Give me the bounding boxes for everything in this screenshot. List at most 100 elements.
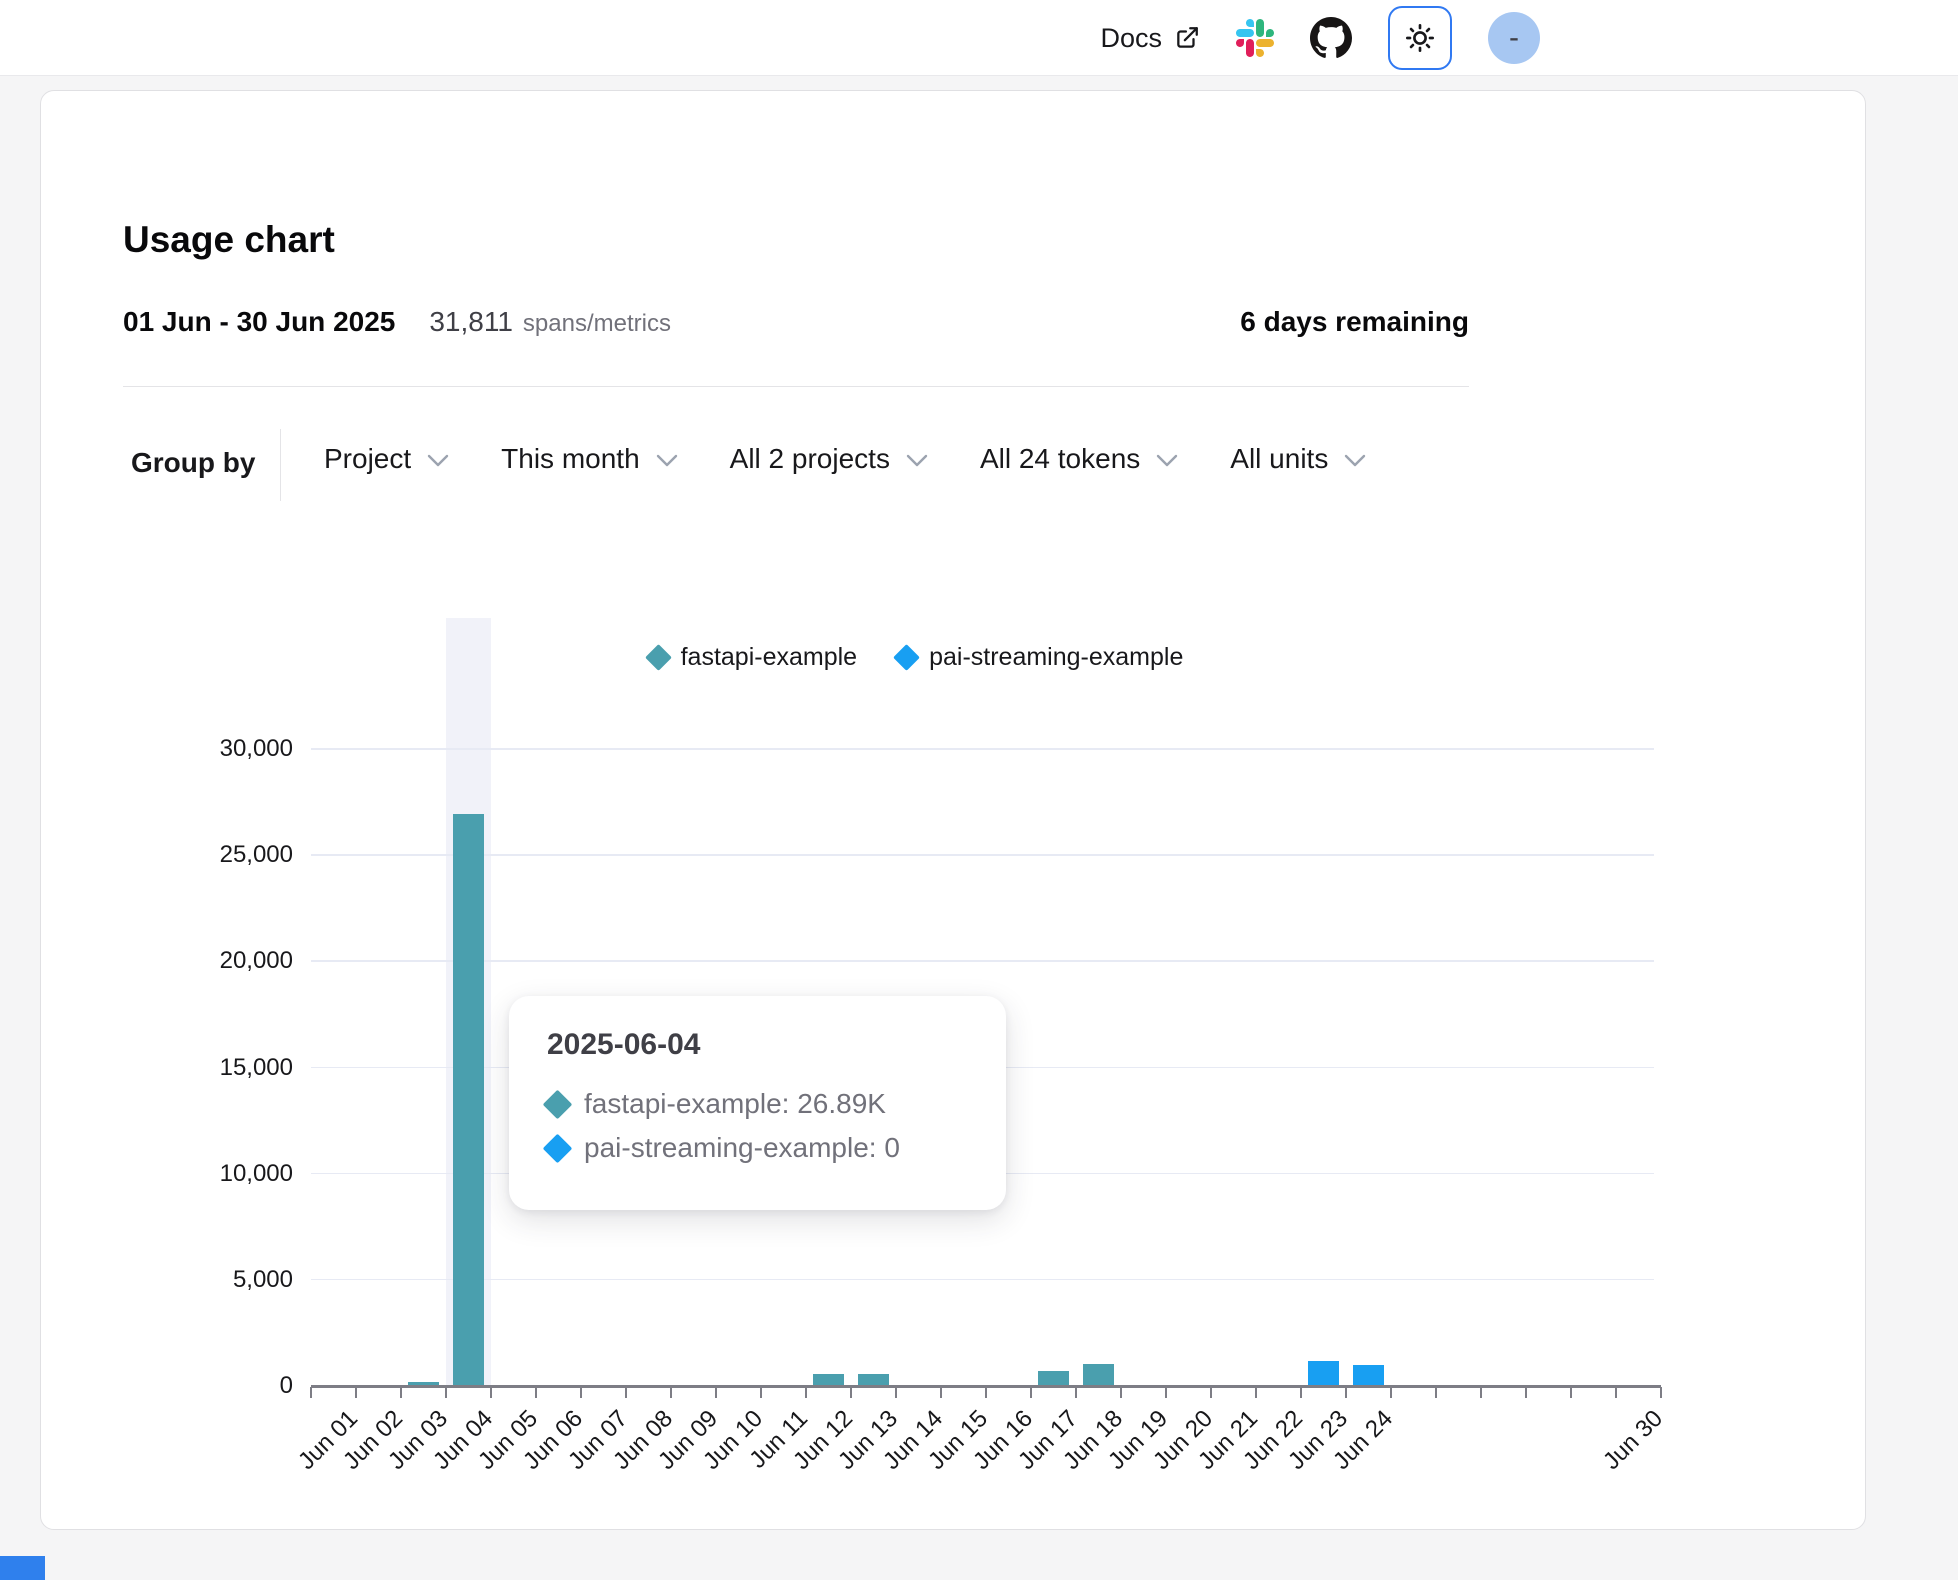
- bar-jun-12-fastapi-example[interactable]: [813, 1374, 844, 1385]
- chevron-down-icon: [906, 454, 928, 468]
- projects-dropdown[interactable]: All 2 projects: [730, 443, 928, 475]
- grid-line: [311, 960, 1654, 962]
- tooltip-diamond-icon: [543, 1133, 573, 1163]
- time-range-dropdown[interactable]: This month: [501, 443, 678, 475]
- axis-tick: [400, 1387, 402, 1398]
- axis-tick: [1210, 1387, 1212, 1398]
- slack-icon[interactable]: [1236, 19, 1274, 57]
- axis-tick: [1345, 1387, 1347, 1398]
- axis-tick: [1615, 1387, 1617, 1398]
- tooltip-rows: fastapi-example: 26.89K pai-streaming-exa…: [547, 1082, 968, 1170]
- top-bar-actions: Docs: [1100, 0, 1540, 76]
- docs-link-label: Docs: [1100, 23, 1162, 54]
- axis-tick: [1435, 1387, 1437, 1398]
- grid-line: [311, 1279, 1654, 1281]
- days-remaining: 6 days remaining: [1240, 306, 1469, 338]
- axis-tick: [1165, 1387, 1167, 1398]
- units-dropdown-value: All units: [1230, 443, 1328, 475]
- chevron-down-icon: [1344, 454, 1366, 468]
- total-count: 31,811: [429, 306, 513, 338]
- theme-toggle-button[interactable]: [1388, 6, 1452, 70]
- group-by-dropdown[interactable]: Project: [324, 443, 449, 475]
- chevron-down-icon: [427, 454, 449, 468]
- axis-tick: [1525, 1387, 1527, 1398]
- bar-jun-24-pai-streaming-example[interactable]: [1353, 1365, 1384, 1385]
- filter-row: Group by Project This month All 2 projec…: [41, 429, 1867, 501]
- total-unit: spans/metrics: [523, 310, 671, 338]
- bar-jun-17-fastapi-example[interactable]: [1038, 1371, 1069, 1385]
- bar-jun-23-pai-streaming-example[interactable]: [1308, 1361, 1339, 1385]
- bar-jun-03-fastapi-example[interactable]: [408, 1382, 439, 1385]
- y-axis-labels: 05,00010,00015,00020,00025,00030,000: [101, 618, 293, 1387]
- bottom-left-partial-element[interactable]: [0, 1556, 45, 1580]
- axis-tick: [1075, 1387, 1077, 1398]
- usage-card: Usage chart 01 Jun - 30 Jun 2025 31,811 …: [40, 90, 1866, 1530]
- page: Docs: [0, 0, 1958, 1580]
- projects-dropdown-value: All 2 projects: [730, 443, 890, 475]
- y-axis-label: 5,000: [101, 1266, 293, 1294]
- tooltip-row: pai-streaming-example: 0: [547, 1126, 968, 1170]
- axis-tick: [1255, 1387, 1257, 1398]
- sun-icon: [1404, 22, 1436, 54]
- github-icon[interactable]: [1310, 17, 1352, 59]
- axis-tick: [940, 1387, 942, 1398]
- axis-tick: [625, 1387, 627, 1398]
- axis-tick: [850, 1387, 852, 1398]
- axis-tick: [1120, 1387, 1122, 1398]
- tokens-dropdown-value: All 24 tokens: [980, 443, 1140, 475]
- y-axis-label: 10,000: [101, 1160, 293, 1188]
- x-axis-label: Jun 30: [1598, 1405, 1669, 1476]
- stats-row: 01 Jun - 30 Jun 2025 31,811 spans/metric…: [123, 306, 1469, 338]
- axis-tick: [1480, 1387, 1482, 1398]
- tooltip-row-text: pai-streaming-example: 0: [584, 1132, 900, 1164]
- tokens-dropdown[interactable]: All 24 tokens: [980, 443, 1178, 475]
- chevron-down-icon: [656, 454, 678, 468]
- external-link-icon: [1174, 25, 1200, 51]
- tooltip-row-text: fastapi-example: 26.89K: [584, 1088, 886, 1120]
- axis-tick: [985, 1387, 987, 1398]
- axis-tick: [535, 1387, 537, 1398]
- axis-tick: [1570, 1387, 1572, 1398]
- axis-tick: [715, 1387, 717, 1398]
- bar-jun-04-fastapi-example[interactable]: [453, 814, 484, 1385]
- bar-jun-18-fastapi-example[interactable]: [1083, 1364, 1114, 1385]
- axis-tick: [355, 1387, 357, 1398]
- axis-tick: [490, 1387, 492, 1398]
- date-range: 01 Jun - 30 Jun 2025: [123, 306, 395, 338]
- docs-link[interactable]: Docs: [1100, 23, 1200, 54]
- units-dropdown[interactable]: All units: [1230, 443, 1366, 475]
- y-axis-label: 20,000: [101, 947, 293, 975]
- axis-tick: [445, 1387, 447, 1398]
- time-range-dropdown-value: This month: [501, 443, 640, 475]
- y-axis-label: 15,000: [101, 1054, 293, 1082]
- chart-tooltip: 2025-06-04 fastapi-example: 26.89K pai-st…: [509, 996, 1006, 1210]
- tooltip-diamond-icon: [543, 1089, 573, 1119]
- axis-tick: [580, 1387, 582, 1398]
- page-title: Usage chart: [123, 219, 335, 261]
- grid-line: [311, 748, 1654, 750]
- y-axis-label: 30,000: [101, 735, 293, 763]
- avatar-label: -: [1509, 21, 1519, 55]
- bar-jun-13-fastapi-example[interactable]: [858, 1374, 889, 1385]
- y-axis-label: 0: [101, 1372, 293, 1400]
- axis-tick: [670, 1387, 672, 1398]
- filter-dropdowns: Project This month All 2 projects All 24…: [324, 443, 1366, 475]
- axis-tick: [1660, 1387, 1662, 1398]
- axis-tick: [805, 1387, 807, 1398]
- vertical-divider: [280, 429, 281, 501]
- tooltip-row: fastapi-example: 26.89K: [547, 1082, 968, 1126]
- y-axis-label: 25,000: [101, 841, 293, 869]
- avatar[interactable]: -: [1488, 12, 1540, 64]
- group-by-dropdown-value: Project: [324, 443, 411, 475]
- axis-tick: [1300, 1387, 1302, 1398]
- divider: [123, 386, 1469, 387]
- axis-tick: [895, 1387, 897, 1398]
- axis-tick: [1390, 1387, 1392, 1398]
- top-bar: Docs: [0, 0, 1958, 76]
- grid-line: [311, 854, 1654, 856]
- axis-tick: [1030, 1387, 1032, 1398]
- tooltip-date: 2025-06-04: [547, 1028, 968, 1062]
- axis-tick: [760, 1387, 762, 1398]
- chevron-down-icon: [1156, 454, 1178, 468]
- axis-tick: [310, 1387, 312, 1398]
